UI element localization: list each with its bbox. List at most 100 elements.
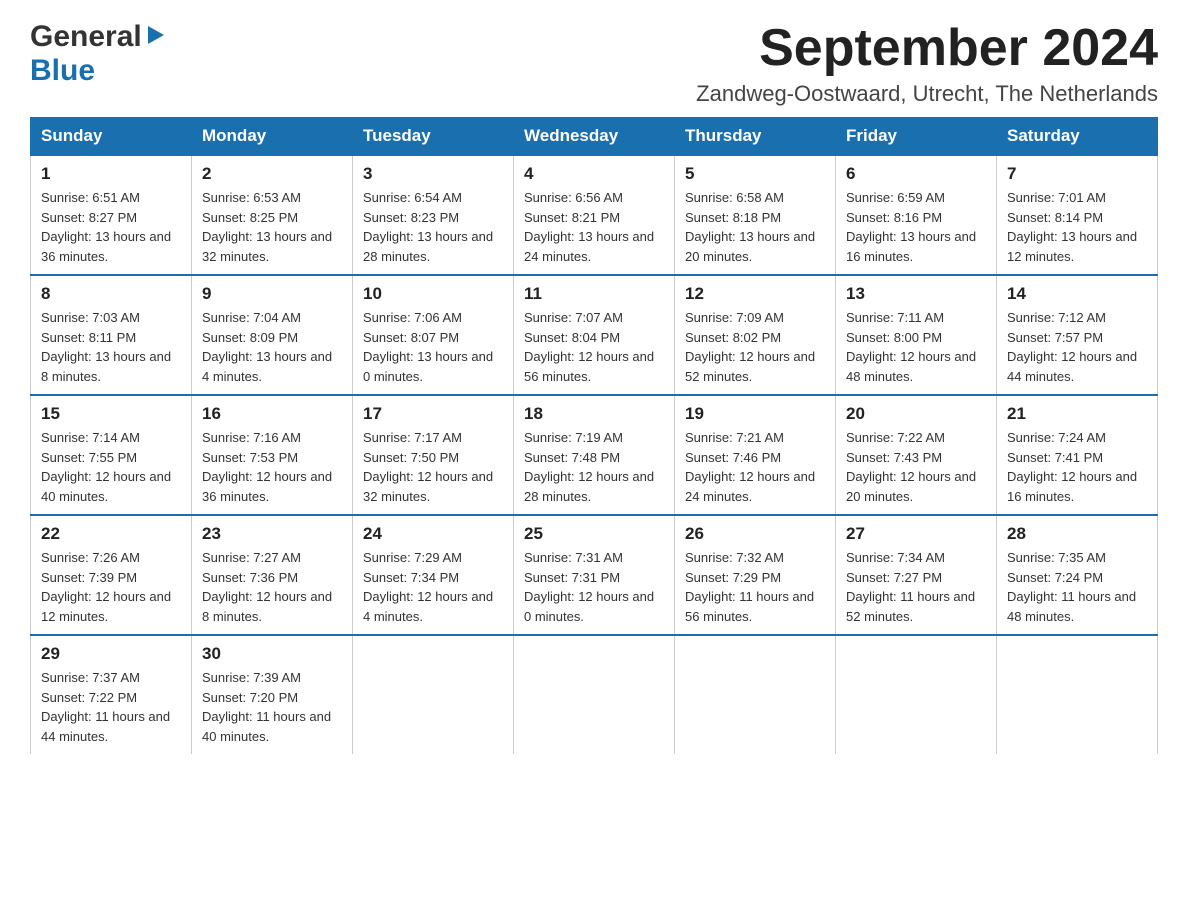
day-info: Sunrise: 7:22 AMSunset: 7:43 PMDaylight:… (846, 428, 986, 506)
table-row: 26 Sunrise: 7:32 AMSunset: 7:29 PMDayligh… (675, 515, 836, 635)
day-info: Sunrise: 6:54 AMSunset: 8:23 PMDaylight:… (363, 188, 503, 266)
title-section: September 2024 Zandweg-Oostwaard, Utrech… (696, 20, 1158, 107)
day-info: Sunrise: 7:26 AMSunset: 7:39 PMDaylight:… (41, 548, 181, 626)
day-number: 6 (846, 164, 986, 184)
day-info: Sunrise: 7:27 AMSunset: 7:36 PMDaylight:… (202, 548, 342, 626)
col-saturday: Saturday (997, 118, 1158, 156)
table-row: 8 Sunrise: 7:03 AMSunset: 8:11 PMDaylight… (31, 275, 192, 395)
table-row: 13Sunrise: 7:11 AMSunset: 8:00 PMDayligh… (836, 275, 997, 395)
day-number: 2 (202, 164, 342, 184)
col-monday: Monday (192, 118, 353, 156)
table-row: 2 Sunrise: 6:53 AMSunset: 8:25 PMDaylight… (192, 155, 353, 275)
logo-general-text: General (30, 20, 142, 54)
day-info: Sunrise: 7:34 AMSunset: 7:27 PMDaylight:… (846, 548, 986, 626)
day-info: Sunrise: 7:19 AMSunset: 7:48 PMDaylight:… (524, 428, 664, 506)
table-row: 4 Sunrise: 6:56 AMSunset: 8:21 PMDaylight… (514, 155, 675, 275)
table-row (675, 635, 836, 754)
day-info: Sunrise: 6:51 AMSunset: 8:27 PMDaylight:… (41, 188, 181, 266)
day-number: 26 (685, 524, 825, 544)
day-number: 17 (363, 404, 503, 424)
day-number: 20 (846, 404, 986, 424)
table-row: 9 Sunrise: 7:04 AMSunset: 8:09 PMDaylight… (192, 275, 353, 395)
col-tuesday: Tuesday (353, 118, 514, 156)
table-row: 19Sunrise: 7:21 AMSunset: 7:46 PMDayligh… (675, 395, 836, 515)
table-row: 23Sunrise: 7:27 AMSunset: 7:36 PMDayligh… (192, 515, 353, 635)
day-number: 15 (41, 404, 181, 424)
day-number: 5 (685, 164, 825, 184)
day-number: 24 (363, 524, 503, 544)
day-info: Sunrise: 7:32 AMSunset: 7:29 PMDaylight:… (685, 548, 825, 626)
day-number: 18 (524, 404, 664, 424)
table-row: 6Sunrise: 6:59 AMSunset: 8:16 PMDaylight… (836, 155, 997, 275)
table-row: 7 Sunrise: 7:01 AMSunset: 8:14 PMDaylight… (997, 155, 1158, 275)
page-header: General Blue September 2024 Zandweg-Oost… (30, 20, 1158, 107)
day-info: Sunrise: 7:03 AMSunset: 8:11 PMDaylight:… (41, 308, 181, 386)
day-info: Sunrise: 7:39 AMSunset: 7:20 PMDaylight:… (202, 668, 342, 746)
day-number: 21 (1007, 404, 1147, 424)
day-info: Sunrise: 7:17 AMSunset: 7:50 PMDaylight:… (363, 428, 503, 506)
table-row: 30 Sunrise: 7:39 AMSunset: 7:20 PMDayligh… (192, 635, 353, 754)
day-number: 4 (524, 164, 664, 184)
table-row: 17 Sunrise: 7:17 AMSunset: 7:50 PMDayligh… (353, 395, 514, 515)
table-row: 12 Sunrise: 7:09 AMSunset: 8:02 PMDayligh… (675, 275, 836, 395)
day-info: Sunrise: 7:11 AMSunset: 8:00 PMDaylight:… (846, 308, 986, 386)
table-row: 5Sunrise: 6:58 AMSunset: 8:18 PMDaylight… (675, 155, 836, 275)
day-info: Sunrise: 7:01 AMSunset: 8:14 PMDaylight:… (1007, 188, 1147, 266)
table-row: 22 Sunrise: 7:26 AMSunset: 7:39 PMDayligh… (31, 515, 192, 635)
day-number: 22 (41, 524, 181, 544)
day-info: Sunrise: 7:29 AMSunset: 7:34 PMDaylight:… (363, 548, 503, 626)
calendar-week-row: 1 Sunrise: 6:51 AMSunset: 8:27 PMDaylight… (31, 155, 1158, 275)
table-row: 20 Sunrise: 7:22 AMSunset: 7:43 PMDayligh… (836, 395, 997, 515)
calendar-header-row: Sunday Monday Tuesday Wednesday Thursday… (31, 118, 1158, 156)
day-info: Sunrise: 7:14 AMSunset: 7:55 PMDaylight:… (41, 428, 181, 506)
day-info: Sunrise: 6:56 AMSunset: 8:21 PMDaylight:… (524, 188, 664, 266)
table-row: 28Sunrise: 7:35 AMSunset: 7:24 PMDayligh… (997, 515, 1158, 635)
day-number: 8 (41, 284, 181, 304)
day-number: 11 (524, 284, 664, 304)
table-row: 27 Sunrise: 7:34 AMSunset: 7:27 PMDayligh… (836, 515, 997, 635)
day-number: 7 (1007, 164, 1147, 184)
day-info: Sunrise: 7:04 AMSunset: 8:09 PMDaylight:… (202, 308, 342, 386)
calendar-table: Sunday Monday Tuesday Wednesday Thursday… (30, 117, 1158, 754)
day-info: Sunrise: 7:07 AMSunset: 8:04 PMDaylight:… (524, 308, 664, 386)
table-row: 10Sunrise: 7:06 AMSunset: 8:07 PMDayligh… (353, 275, 514, 395)
day-number: 16 (202, 404, 342, 424)
day-number: 9 (202, 284, 342, 304)
day-number: 1 (41, 164, 181, 184)
day-number: 27 (846, 524, 986, 544)
table-row: 24 Sunrise: 7:29 AMSunset: 7:34 PMDayligh… (353, 515, 514, 635)
table-row: 25Sunrise: 7:31 AMSunset: 7:31 PMDayligh… (514, 515, 675, 635)
col-friday: Friday (836, 118, 997, 156)
table-row: 1 Sunrise: 6:51 AMSunset: 8:27 PMDaylight… (31, 155, 192, 275)
table-row: 21 Sunrise: 7:24 AMSunset: 7:41 PMDayligh… (997, 395, 1158, 515)
day-info: Sunrise: 7:12 AMSunset: 7:57 PMDaylight:… (1007, 308, 1147, 386)
day-number: 12 (685, 284, 825, 304)
table-row: 11 Sunrise: 7:07 AMSunset: 8:04 PMDayligh… (514, 275, 675, 395)
col-thursday: Thursday (675, 118, 836, 156)
table-row: 3Sunrise: 6:54 AMSunset: 8:23 PMDaylight… (353, 155, 514, 275)
calendar-week-row: 29Sunrise: 7:37 AMSunset: 7:22 PMDayligh… (31, 635, 1158, 754)
day-number: 25 (524, 524, 664, 544)
logo-blue-text: Blue (30, 54, 95, 87)
col-wednesday: Wednesday (514, 118, 675, 156)
table-row: 15 Sunrise: 7:14 AMSunset: 7:55 PMDayligh… (31, 395, 192, 515)
table-row: 16 Sunrise: 7:16 AMSunset: 7:53 PMDayligh… (192, 395, 353, 515)
day-info: Sunrise: 7:24 AMSunset: 7:41 PMDaylight:… (1007, 428, 1147, 506)
table-row: 18 Sunrise: 7:19 AMSunset: 7:48 PMDayligh… (514, 395, 675, 515)
table-row: 14Sunrise: 7:12 AMSunset: 7:57 PMDayligh… (997, 275, 1158, 395)
table-row: 29Sunrise: 7:37 AMSunset: 7:22 PMDayligh… (31, 635, 192, 754)
day-info: Sunrise: 7:09 AMSunset: 8:02 PMDaylight:… (685, 308, 825, 386)
logo-arrow-icon (144, 24, 166, 51)
day-number: 30 (202, 644, 342, 664)
day-number: 29 (41, 644, 181, 664)
calendar-week-row: 22 Sunrise: 7:26 AMSunset: 7:39 PMDayligh… (31, 515, 1158, 635)
calendar-week-row: 15 Sunrise: 7:14 AMSunset: 7:55 PMDayligh… (31, 395, 1158, 515)
table-row (514, 635, 675, 754)
table-row (353, 635, 514, 754)
table-row (997, 635, 1158, 754)
day-info: Sunrise: 6:53 AMSunset: 8:25 PMDaylight:… (202, 188, 342, 266)
day-info: Sunrise: 7:16 AMSunset: 7:53 PMDaylight:… (202, 428, 342, 506)
day-number: 10 (363, 284, 503, 304)
day-info: Sunrise: 7:35 AMSunset: 7:24 PMDaylight:… (1007, 548, 1147, 626)
month-title: September 2024 (696, 20, 1158, 77)
